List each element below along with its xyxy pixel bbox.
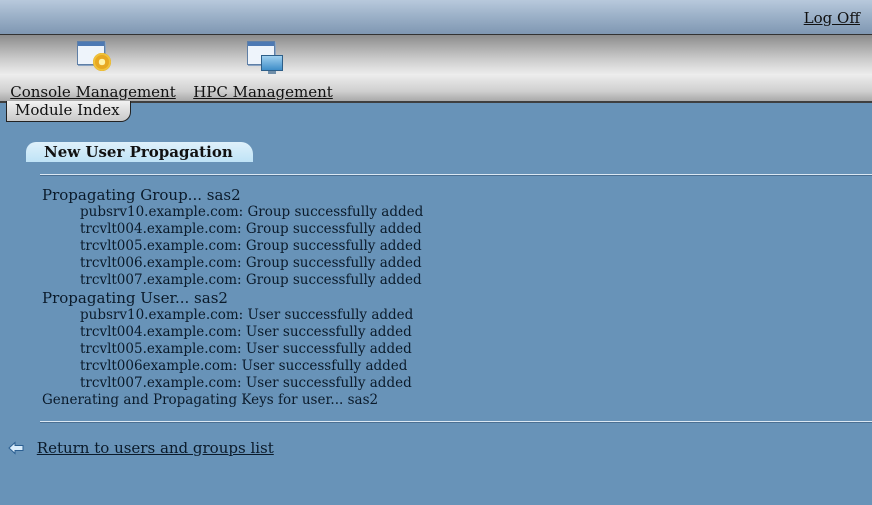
- hpc-monitor-icon: [243, 39, 283, 77]
- log-line: trcvlt007.example.com: User successfully…: [80, 375, 412, 391]
- log-line: trcvlt004.example.com: User successfully…: [80, 324, 412, 340]
- divider-bottom: [40, 421, 872, 423]
- top-bar: Log Off: [0, 0, 872, 35]
- log-line: trcvlt006example.com: User successfully …: [80, 358, 408, 374]
- log-line: pubsrv10.example.com: Group successfully…: [80, 204, 424, 220]
- log-line: trcvlt005.example.com: Group successfull…: [80, 238, 422, 254]
- log-line: trcvlt004.example.com: Group successfull…: [80, 221, 422, 237]
- console-management-label: Console Management: [10, 83, 176, 101]
- group-header: Propagating Group... sas2: [42, 186, 241, 204]
- user-header: Propagating User... sas2: [42, 289, 228, 307]
- section-title-tab: New User Propagation: [26, 142, 253, 162]
- back-arrow-icon: [8, 441, 24, 455]
- module-toolbar: Console Management HPC Management: [0, 34, 872, 103]
- hpc-management-label: HPC Management: [193, 83, 333, 101]
- log-line: pubsrv10.example.com: User successfully …: [80, 307, 414, 323]
- log-off-link[interactable]: Log Off: [804, 9, 860, 27]
- log-line: trcvlt007.example.com: Group successfull…: [80, 272, 422, 288]
- return-to-list-link[interactable]: Return to users and groups list: [8, 438, 274, 457]
- keys-status: Generating and Propagating Keys for user…: [42, 392, 379, 408]
- console-management-button[interactable]: Console Management: [8, 39, 178, 101]
- log-line: trcvlt006.example.com: Group successfull…: [80, 255, 422, 271]
- divider-top: [40, 174, 872, 176]
- module-index-tab[interactable]: Module Index: [6, 101, 131, 122]
- propagation-log: Propagating Group... sas2 pubsrv10.examp…: [42, 186, 862, 409]
- return-link-label: Return to users and groups list: [36, 439, 274, 457]
- console-settings-icon: [73, 39, 113, 77]
- hpc-management-button[interactable]: HPC Management: [191, 39, 335, 101]
- log-line: trcvlt005.example.com: User successfully…: [80, 341, 412, 357]
